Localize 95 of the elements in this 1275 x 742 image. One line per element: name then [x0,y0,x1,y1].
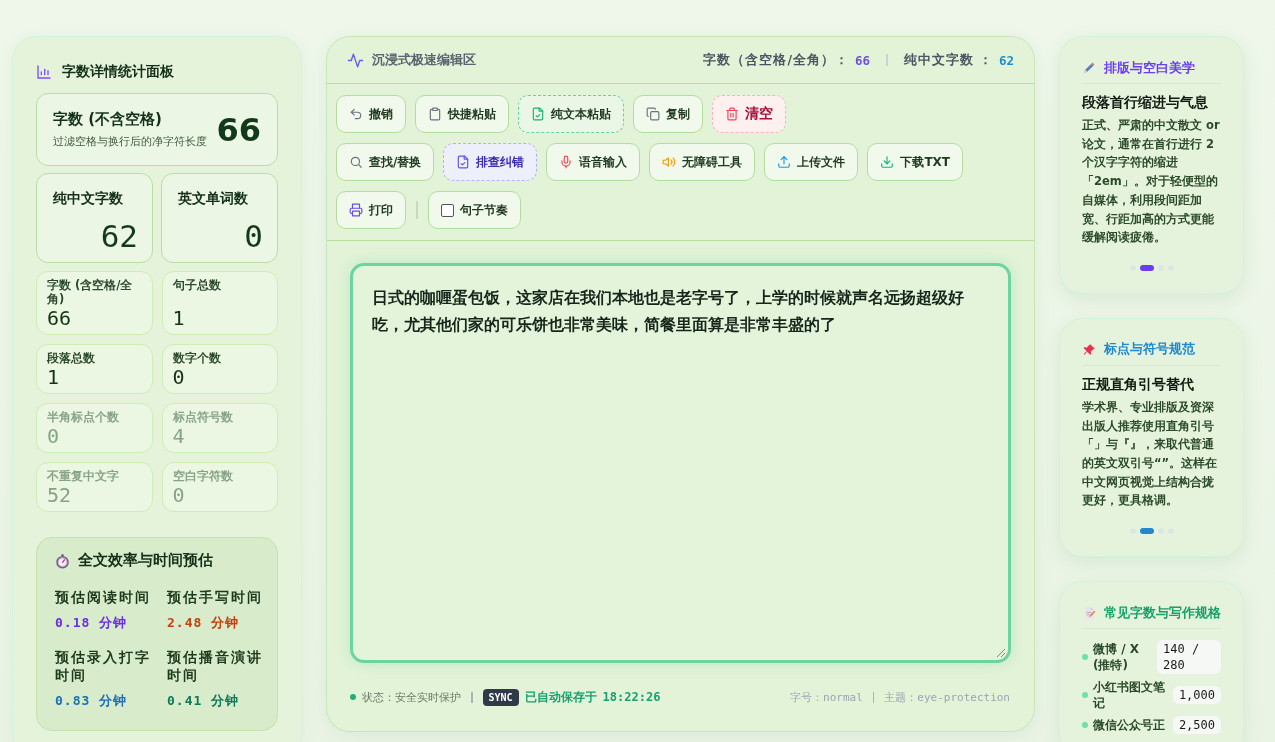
stopwatch-icon [55,552,70,569]
spec-label: 微博 / X (推特) [1093,641,1140,674]
toolbar-button[interactable]: 语音输入 [546,143,641,181]
card-title: 标点与符号规范 [1104,341,1195,359]
spec-label: 小红书图文笔记 [1093,679,1166,712]
upload-icon [777,155,792,169]
stat-value: 0 [47,424,60,448]
editor-textarea[interactable]: 日式的咖喱蛋包饭，这家店在我们本地也是老字号了，上学的时候就声名远扬超级好吃，尤其他们家的可乐饼也非常美味，简餐里面算是非常丰盛的了 [350,263,1011,663]
file-check-icon [531,107,545,121]
bullet-dot-icon [1082,654,1088,661]
toolbar-button[interactable]: 撤销 [336,95,406,133]
stat-label: 数字个数 [172,351,221,365]
bullet-dot-icon [1082,692,1088,699]
estimate-label: 预估手写时间 [167,588,263,606]
stat-value: 1 [47,365,60,389]
toolbar-button[interactable]: 上传文件 [764,143,859,181]
editor-title: 沉浸式极速编辑区 [372,51,476,69]
card-heading: 段落首行缩进与气息 [1082,93,1209,112]
counter-label: 字数（含空格/全角）： [703,51,849,69]
bullet-dot-icon [1082,722,1088,729]
stat-label: 标点符号数 [172,410,233,424]
estimate-value: 0.41 分钟 [167,692,240,710]
estimate-value: 2.48 分钟 [167,614,240,632]
stat-label: 空白字符数 [172,469,233,483]
spec-label: 微信公众号正 [1093,717,1166,734]
stat-label: 半角标点个数 [47,410,119,424]
pushpin-icon [1082,342,1096,357]
stat-value: 4 [172,424,185,448]
card-heading: 正规直角引号替代 [1082,374,1195,394]
spec-value: 1,000 [1172,686,1221,705]
spec-value: 2,500 [1172,716,1221,735]
microphone-icon [559,155,574,169]
toolbar-button[interactable]: 打印 [336,191,406,229]
card-title: 排版与空白美学 [1104,59,1195,77]
counter-value: 66 [855,52,871,68]
sync-badge: SYNC [482,688,519,706]
stat-label: 字数 (不含空格) [53,110,163,129]
search-icon [349,155,363,169]
stat-value: 62 [100,221,138,252]
estimate-label: 预估阅读时间 [55,588,151,606]
checkbox[interactable] [440,203,454,217]
trash-icon [725,107,739,121]
stat-value: 1 [172,306,185,330]
activity-icon [347,51,364,69]
toolbar-button[interactable]: 快捷粘贴 [415,95,509,133]
estimate-value: 0.18 分钟 [55,614,128,632]
toolbar-button[interactable]: 查找/替换 [336,143,435,181]
spec-value: 140 / 280 [1157,640,1221,675]
card-title: 全文效率与时间预估 [78,551,213,570]
memo-icon [1082,606,1096,621]
counter-label: 纯中文字数 ： [903,51,993,69]
card-body-text: 正式、严肃的中文散文 or 论文，通常在首行进行 2 个汉字字符的缩进「2em」。对于轻便型的自媒体，利用段间距加宽、行距加高的方式更能缓解阅读疲倦。 [1082,117,1221,247]
stat-label: 段落总数 [47,351,95,365]
stat-value: 52 [47,483,72,507]
stat-label: 不重复中文字 [47,469,119,483]
download-icon [880,155,895,169]
stat-value: 66 [47,306,72,330]
estimate-label: 预估播音演讲时间 [167,648,264,684]
stat-label: 句子总数 [172,278,221,292]
panel-title: 字数详情统计面板 [62,63,174,81]
stat-label: 英文单词数 [178,190,248,208]
status-text: 状态：安全实时保护 [362,689,461,705]
estimate-label: 预估录入打字时间 [55,648,152,684]
resize-grip-icon [996,648,1006,658]
stat-label: 纯中文字数 [53,190,123,208]
undo-icon [349,107,363,121]
stat-description: 过滤空格与换行后的净字符长度 [53,134,207,149]
stat-value: 66 [216,110,261,149]
speaker-icon [662,155,677,169]
card-title: 常见字数与写作规格 [1104,604,1221,622]
toolbar-button[interactable]: 下载TXT [867,143,963,181]
toolbar-button[interactable]: 复制 [633,95,703,133]
bar-chart-icon [36,64,52,80]
theme-text: 主题：eye-protection [884,689,1010,705]
file-check-icon [456,155,471,169]
stat-value: 0 [244,221,263,252]
copy-icon [646,107,660,121]
checkbox-button[interactable]: 句子节奏 [427,191,521,229]
stat-value: 0 [172,365,185,389]
toolbar-button[interactable]: 清空 [712,95,786,133]
clipboard-icon [428,107,442,121]
saved-label: 已自动保存于 [524,688,597,706]
pencil-icon [1082,61,1096,75]
font-size-text: 字号：normal [790,689,863,705]
card-body-text: 学术界、专业排版及资深出版人推荐使用直角引号「」与『』，来取代普通的英文双引号“”。这样在中文网页视觉上结构合拢更好，更具格调。 [1082,398,1219,510]
estimate-value: 0.83 分钟 [55,692,128,710]
stat-value: 0 [172,483,185,507]
toolbar-button[interactable]: 纯文本粘贴 [518,95,624,133]
counter-value: 62 [998,52,1014,68]
printer-icon [349,203,363,217]
saved-time: 18:22:26 [602,690,661,704]
toolbar-button[interactable]: 无障碍工具 [649,143,756,181]
toolbar-button[interactable]: 排查纠错 [443,143,538,181]
status-dot-icon [350,694,356,700]
stat-label: 字数 (含空格/全角) [47,278,134,306]
